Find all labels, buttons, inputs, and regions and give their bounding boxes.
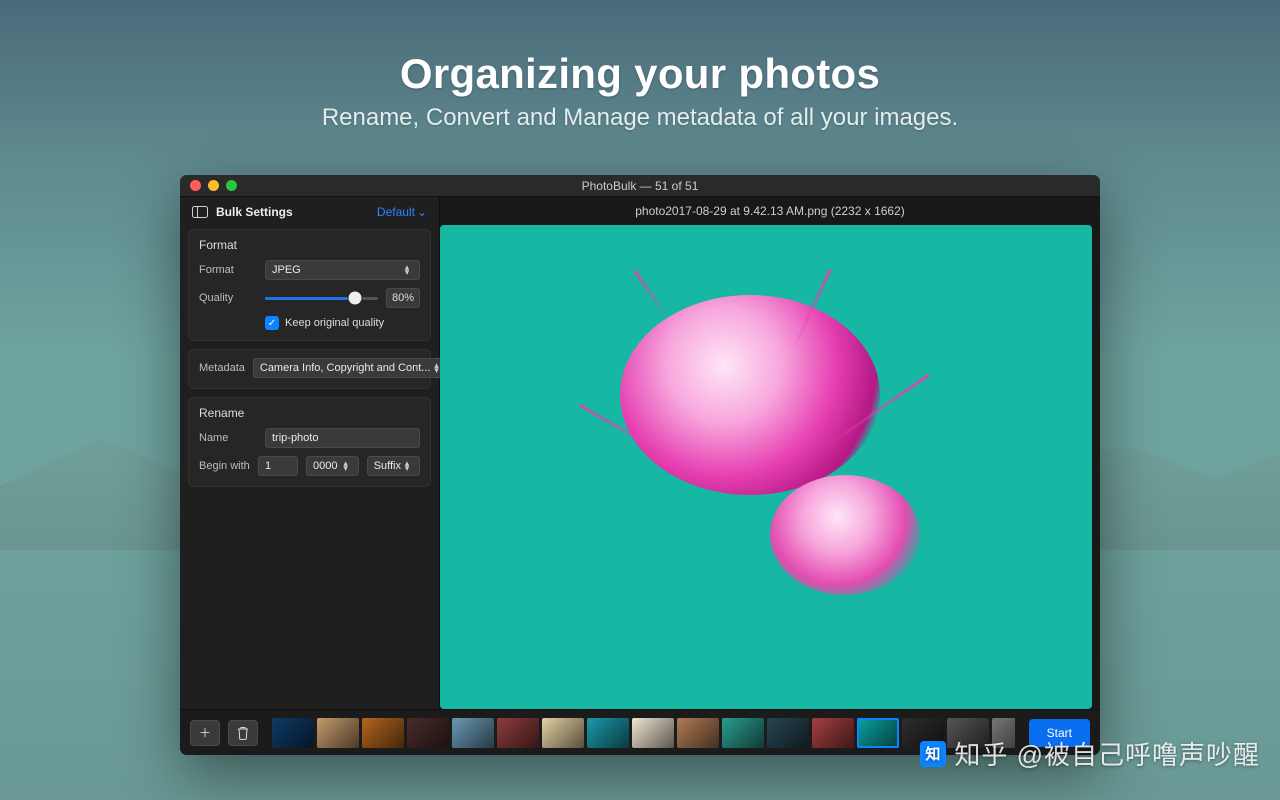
format-select-value: JPEG (272, 264, 301, 276)
watermark: 知 知乎 @被自己呼噜声吵醒 (920, 735, 1260, 772)
trash-icon (237, 726, 249, 740)
sidebar-heading: Bulk Settings (216, 205, 293, 219)
thumbnail[interactable] (767, 718, 809, 748)
rename-card: Rename Name trip-photo Begin with 1 0000… (188, 397, 431, 487)
titlebar[interactable]: PhotoBulk — 51 of 51 (180, 175, 1100, 197)
begin-with-label: Begin with (199, 460, 250, 472)
app-window: PhotoBulk — 51 of 51 Bulk Settings Defau… (180, 175, 1100, 755)
add-button[interactable]: ＋ (190, 720, 220, 746)
thumbnail[interactable] (272, 718, 314, 748)
thumbnail[interactable] (407, 718, 449, 748)
metadata-select-value: Camera Info, Copyright and Cont... (260, 362, 431, 374)
thumbnail-strip[interactable] (272, 718, 1015, 748)
watermark-text: 知乎 @被自己呼噜声吵醒 (954, 735, 1260, 772)
check-icon: ✓ (265, 316, 279, 330)
thumbnail[interactable] (497, 718, 539, 748)
preset-dropdown[interactable]: Default ⌄ (377, 205, 427, 219)
chevron-down-icon: ⌄ (417, 205, 427, 219)
main-area: photo2017-08-29 at 9.42.13 AM.png (2232 … (440, 197, 1100, 709)
thumbnail[interactable] (542, 718, 584, 748)
keep-original-checkbox[interactable]: ✓ Keep original quality (265, 316, 420, 330)
sidebar: Bulk Settings Default ⌄ Format Format JP… (180, 197, 440, 709)
plus-icon: ＋ (199, 724, 211, 741)
hero-subtitle: Rename, Convert and Manage metadata of a… (0, 104, 1280, 132)
metadata-card: Metadata Camera Info, Copyright and Cont… (188, 349, 431, 389)
preview-filename: photo2017-08-29 at 9.42.13 AM.png (2232 … (440, 197, 1100, 225)
keep-original-label: Keep original quality (285, 317, 384, 329)
thumbnail[interactable] (677, 718, 719, 748)
position-value: Suffix (374, 460, 401, 472)
zhihu-icon: 知 (920, 741, 946, 767)
begin-with-input[interactable]: 1 (258, 456, 298, 476)
format-label: Format (199, 264, 257, 276)
thumbnail[interactable] (317, 718, 359, 748)
rename-card-title: Rename (199, 406, 420, 420)
updown-icon: ▴▾ (340, 461, 352, 471)
thumbnail[interactable] (812, 718, 854, 748)
thumbnail[interactable] (632, 718, 674, 748)
thumbnail[interactable] (722, 718, 764, 748)
minimize-icon[interactable] (208, 180, 219, 191)
close-icon[interactable] (190, 180, 201, 191)
metadata-select[interactable]: Camera Info, Copyright and Cont... ▴▾ (253, 358, 450, 378)
zoom-icon[interactable] (226, 180, 237, 191)
updown-icon: ▴▾ (401, 265, 413, 275)
delete-button[interactable] (228, 720, 258, 746)
format-select[interactable]: JPEG ▴▾ (265, 260, 420, 280)
preset-label: Default (377, 205, 415, 219)
hero-title: Organizing your photos (0, 50, 1280, 98)
image-preview[interactable] (440, 225, 1092, 709)
format-card: Format Format JPEG ▴▾ Quality 80% (188, 229, 431, 341)
updown-icon: ▴▾ (401, 461, 413, 471)
quality-value[interactable]: 80% (386, 288, 420, 308)
sidebar-toggle-icon[interactable] (192, 206, 208, 218)
thumbnail[interactable] (362, 718, 404, 748)
digits-value: 0000 (313, 460, 337, 472)
metadata-label: Metadata (199, 362, 245, 374)
name-label: Name (199, 432, 257, 444)
window-title: PhotoBulk — 51 of 51 (180, 179, 1100, 193)
thumbnail[interactable] (587, 718, 629, 748)
thumbnail[interactable] (857, 718, 899, 748)
format-card-title: Format (199, 238, 420, 252)
thumbnail[interactable] (452, 718, 494, 748)
digits-select[interactable]: 0000 ▴▾ (306, 456, 359, 476)
quality-slider[interactable] (265, 297, 378, 300)
name-input[interactable]: trip-photo (265, 428, 420, 448)
quality-label: Quality (199, 292, 257, 304)
position-select[interactable]: Suffix ▴▾ (367, 456, 420, 476)
